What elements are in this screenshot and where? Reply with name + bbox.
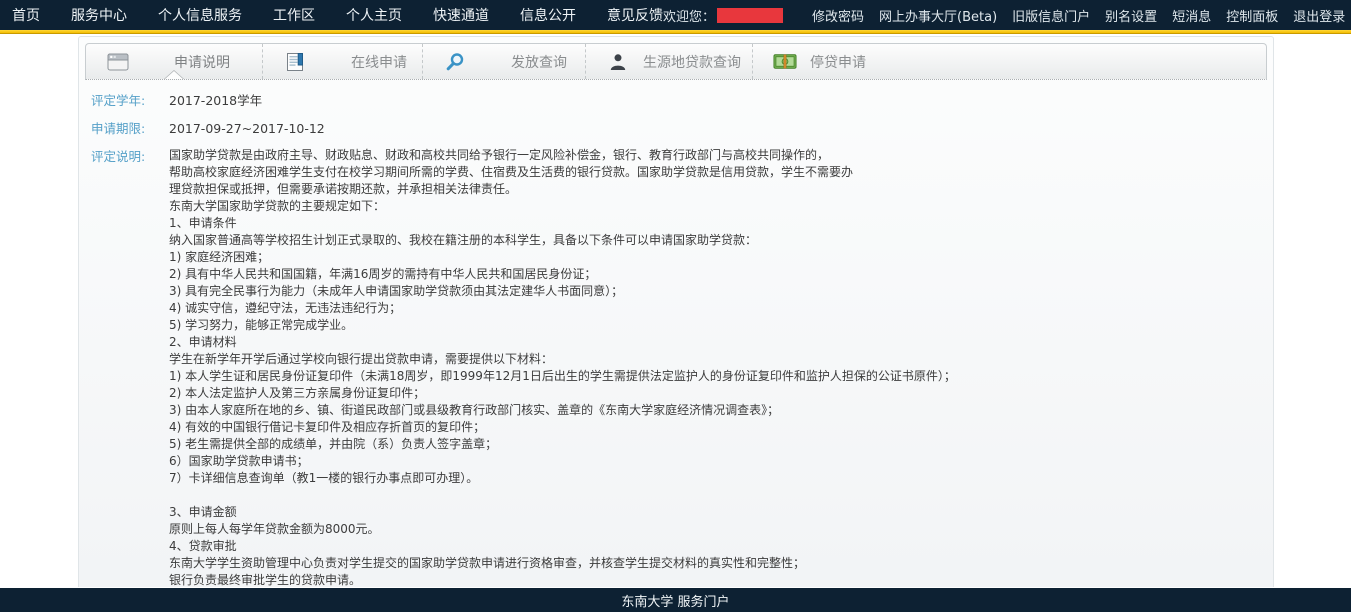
description-line-17: 5) 老生需提供全部的成绩单，并由院（系）负责人签字盖章； [169,436,956,453]
user-link-1[interactable]: 网上办事大厅(Beta) [879,6,997,25]
application-period-label: 申请期限: [91,119,169,138]
tab-label: 申请说明 [174,52,230,72]
content: 评定学年: 2017-2018学年 申请期限: 2017-09-27~2017-… [79,80,1273,587]
user-link-3[interactable]: 别名设置 [1105,6,1157,25]
description-line-0: 国家助学贷款是由政府主导、财政贴息、财政和高校共同给予银行一定风险补偿金，银行、… [169,147,956,164]
nav-item-7[interactable]: 意见反馈 [607,5,663,25]
description-line-2: 理贷款担保或抵押，但需要承诺按期还款，并承担相关法律责任。 [169,181,956,198]
assessment-description-row: 评定说明: 国家助学贷款是由政府主导、财政贴息、财政和高校共同给予银行一定风险补… [91,147,1273,587]
tab-label: 发放查询 [511,52,567,72]
nav-item-4[interactable]: 个人主页 [346,5,402,25]
user-link-0[interactable]: 修改密码 [812,6,864,25]
tab-bar: 申请说明 在线申请 发放查询 生源地贷款查询 停贷申请 [85,43,1267,80]
description-line-11: 2、申请材料 [169,334,956,351]
top-navbar: 首页 服务中心 个人信息服务 工作区 个人主页 快速通道 信息公开 意见反馈 欢迎您： 修改密… [0,0,1351,30]
assessment-year-label: 评定学年: [91,91,169,110]
username-redacted [717,8,783,23]
description-line-4: 1、申请条件 [169,215,956,232]
footer-text: 东南大学 服务门户 [621,591,729,610]
welcome-message: 欢迎您： [663,6,783,25]
top-nav-menu: 首页 服务中心 个人信息服务 工作区 个人主页 快速通道 信息公开 意见反馈 [12,5,663,25]
footer: 东南大学 服务门户 [0,588,1351,612]
description-line-25: 银行负责最终审批学生的贷款申请。 [169,572,956,587]
description-line-18: 6）国家助学贷款申请书； [169,453,956,470]
form-icon [283,52,307,72]
window-icon [106,52,130,72]
description-line-20 [169,487,956,504]
user-links: 修改密码网上办事大厅(Beta) 旧版信息门户别名设置短消息控制面板退出登录 [812,6,1345,25]
tab-label: 停贷申请 [810,52,866,72]
assessment-year-value: 2017-2018学年 [169,91,262,110]
description-line-7: 2) 具有中华人民共和国国籍，年满16周岁的需持有中华人民共和国居民身份证； [169,266,956,283]
description-line-1: 帮助高校家庭经济困难学生支付在校学习期间所需的学费、住宿费及生活费的银行贷款。国… [169,164,956,181]
description-line-14: 2) 本人法定监护人及第三方亲属身份证复印件； [169,385,956,402]
description-line-9: 4) 诚实守信，遵纪守法，无违法违纪行为； [169,300,956,317]
description-line-21: 3、申请金额 [169,504,956,521]
description-line-16: 4) 有效的中国银行借记卡复印件及相应存折首页的复印件； [169,419,956,436]
tab-3[interactable]: 生源地贷款查询 [586,44,753,79]
money-icon [773,52,797,72]
description-line-12: 学生在新学年开学后通过学校向银行提出贷款申请，需要提供以下材料： [169,351,956,368]
application-period-row: 申请期限: 2017-09-27~2017-10-12 [91,119,1273,138]
description-line-5: 纳入国家普通高等学校招生计划正式录取的、我校在籍注册的本科学生，具备以下条件可以… [169,232,956,249]
nav-item-6[interactable]: 信息公开 [520,5,576,25]
description-line-13: 1) 本人学生证和居民身份证复印件（未满18周岁，即1999年12月1日后出生的… [169,368,956,385]
description-line-19: 7）卡详细信息查询单（教1一楼的银行办事点即可办理）。 [169,470,956,487]
user-link-5[interactable]: 控制面板 [1226,6,1278,25]
description-line-15: 3) 由本人家庭所在地的乡、镇、街道民政部门或县级教育行政部门核实、盖章的《东南… [169,402,956,419]
tab-4[interactable]: 停贷申请 [753,44,1266,79]
user-link-6[interactable]: 退出登录 [1293,6,1345,25]
assessment-description-label: 评定说明: [91,147,169,587]
person-icon [606,52,630,72]
tab-label: 在线申请 [351,52,407,72]
tab-1[interactable]: 在线申请 [263,44,423,79]
tab-0[interactable]: 申请说明 [86,44,263,79]
description-line-23: 4、贷款审批 [169,538,956,555]
tab-2[interactable]: 发放查询 [423,44,586,79]
description-line-10: 5) 学习努力，能够正常完成学业。 [169,317,956,334]
description-line-6: 1) 家庭经济困难； [169,249,956,266]
nav-item-5[interactable]: 快速通道 [433,5,489,25]
description-line-24: 东南大学学生资助管理中心负责对学生提交的国家助学贷款申请进行资格审查，并核查学生… [169,555,956,572]
nav-item-1[interactable]: 服务中心 [71,5,127,25]
user-link-4[interactable]: 短消息 [1172,6,1211,25]
main-area: 申请说明 在线申请 发放查询 生源地贷款查询 停贷申请 评定学年: 2017-2018学… [0,34,1351,587]
assessment-description-text: 国家助学贷款是由政府主导、财政贴息、财政和高校共同给予银行一定风险补偿金，银行、… [169,147,956,587]
nav-item-0[interactable]: 首页 [12,5,40,25]
description-line-3: 东南大学国家助学贷款的主要规定如下： [169,198,956,215]
welcome-label: 欢迎您： [663,6,715,25]
top-nav-user-menu: 欢迎您： 修改密码网上办事大厅(Beta) 旧版信息门户别名设置短消息控制面板退出… [663,6,1345,25]
tab-label: 生源地贷款查询 [643,52,741,72]
page: 首页 服务中心 个人信息服务 工作区 个人主页 快速通道 信息公开 意见反馈 欢迎您： 修改密… [0,0,1351,612]
nav-item-2[interactable]: 个人信息服务 [158,5,242,25]
description-line-22: 原则上每人每学年贷款金额为8000元。 [169,521,956,538]
user-link-2[interactable]: 旧版信息门户 [1012,6,1090,25]
search-icon [443,52,467,72]
nav-item-3[interactable]: 工作区 [273,5,315,25]
content-panel: 申请说明 在线申请 发放查询 生源地贷款查询 停贷申请 评定学年: 2017-2018学… [78,36,1274,587]
assessment-year-row: 评定学年: 2017-2018学年 [91,91,1273,110]
application-period-value: 2017-09-27~2017-10-12 [169,119,325,138]
description-line-8: 3) 具有完全民事行为能力（未成年人申请国家助学贷款须由其法定建华人书面同意）； [169,283,956,300]
